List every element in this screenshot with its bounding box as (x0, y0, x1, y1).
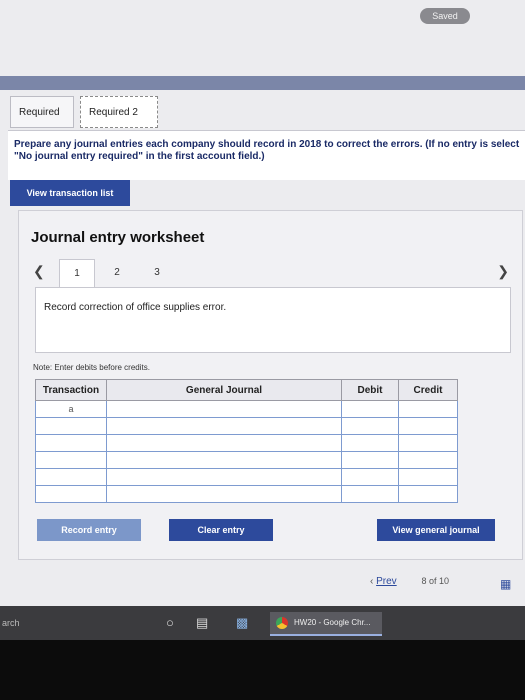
transaction-cell (35, 451, 107, 469)
clear-entry-button[interactable]: Clear entry (169, 519, 273, 541)
col-debit: Debit (341, 379, 399, 401)
task-view-icon[interactable]: ▤ (196, 615, 208, 631)
table-row (35, 451, 458, 469)
chevron-left-icon[interactable]: ❮ (33, 263, 45, 280)
transaction-cell (35, 468, 107, 486)
table-row (35, 485, 458, 503)
chrome-icon (276, 617, 288, 629)
windows-taskbar: arch ○ ▤ ▩ HW20 - Google Chr... (0, 606, 525, 640)
account-field[interactable] (106, 434, 342, 452)
page-tab-3[interactable]: 3 (139, 259, 175, 287)
debit-field[interactable] (341, 417, 399, 435)
prev-link[interactable]: Prev (376, 576, 397, 587)
credit-field[interactable] (398, 417, 458, 435)
table-header-row: Transaction General Journal Debit Credit (35, 379, 458, 401)
credit-field[interactable] (398, 400, 458, 418)
credit-field[interactable] (398, 468, 458, 486)
page-tab-2[interactable]: 2 (99, 259, 135, 287)
view-general-journal-button[interactable]: View general journal (377, 519, 495, 541)
account-field[interactable] (106, 400, 342, 418)
instructions-box: Prepare any journal entries each company… (8, 130, 525, 180)
credit-field[interactable] (398, 485, 458, 503)
question-position: 8 of 10 (421, 576, 449, 586)
question-pager: ‹ Prev 8 of 10 (370, 576, 449, 587)
account-field[interactable] (106, 485, 342, 503)
transaction-cell (35, 434, 107, 452)
col-transaction: Transaction (35, 379, 107, 401)
account-field[interactable] (106, 468, 342, 486)
worksheet-title: Journal entry worksheet (31, 229, 205, 246)
account-field[interactable] (106, 451, 342, 469)
cortana-circle-icon[interactable]: ○ (166, 615, 174, 630)
transaction-cell (35, 417, 107, 435)
table-row (35, 468, 458, 486)
browser-screen: Saved Required 1 Required 2 Prepare any … (0, 0, 525, 640)
credit-field[interactable] (398, 434, 458, 452)
account-field[interactable] (106, 417, 342, 435)
file-explorer-icon[interactable]: ▩ (236, 615, 248, 631)
entry-description: Record correction of office supplies err… (44, 302, 227, 313)
transaction-cell: a (35, 400, 107, 418)
col-credit: Credit (398, 379, 458, 401)
debit-field[interactable] (341, 468, 399, 486)
header-band (0, 76, 525, 90)
credit-field[interactable] (398, 451, 458, 469)
record-entry-button[interactable]: Record entry (37, 519, 141, 541)
debit-field[interactable] (341, 451, 399, 469)
taskbar-chrome-window[interactable]: HW20 - Google Chr... (270, 612, 382, 636)
view-transaction-list-button[interactable]: View transaction list (10, 180, 130, 206)
grid-menu-icon[interactable]: ▦ (500, 577, 511, 591)
table-row (35, 417, 458, 435)
chrome-window-title: HW20 - Google Chr... (294, 618, 371, 627)
debit-credit-note: Note: Enter debits before credits. (33, 363, 150, 372)
chevron-right-icon[interactable]: ❯ (497, 263, 509, 280)
saved-status-badge: Saved (420, 8, 470, 24)
debit-field[interactable] (341, 434, 399, 452)
worksheet-nav: ❮ 1 2 3 ❯ (29, 259, 519, 287)
tab-required-1[interactable]: Required 1 (10, 96, 74, 150)
tab-required-2[interactable]: Required 2 (80, 96, 158, 128)
debit-field[interactable] (341, 400, 399, 418)
transaction-cell (35, 485, 107, 503)
page-tab-1[interactable]: 1 (59, 259, 95, 287)
entry-description-box: Record correction of office supplies err… (35, 287, 511, 353)
debit-field[interactable] (341, 485, 399, 503)
instructions-text: Prepare any journal entries each company… (14, 139, 520, 162)
table-row (35, 434, 458, 452)
taskbar-search[interactable]: arch (2, 618, 20, 628)
col-general-journal: General Journal (106, 379, 342, 401)
journal-table: Transaction General Journal Debit Credit… (35, 379, 458, 503)
table-row: a (35, 400, 458, 418)
journal-worksheet-panel: Journal entry worksheet ❮ 1 2 3 ❯ Record… (18, 210, 523, 560)
